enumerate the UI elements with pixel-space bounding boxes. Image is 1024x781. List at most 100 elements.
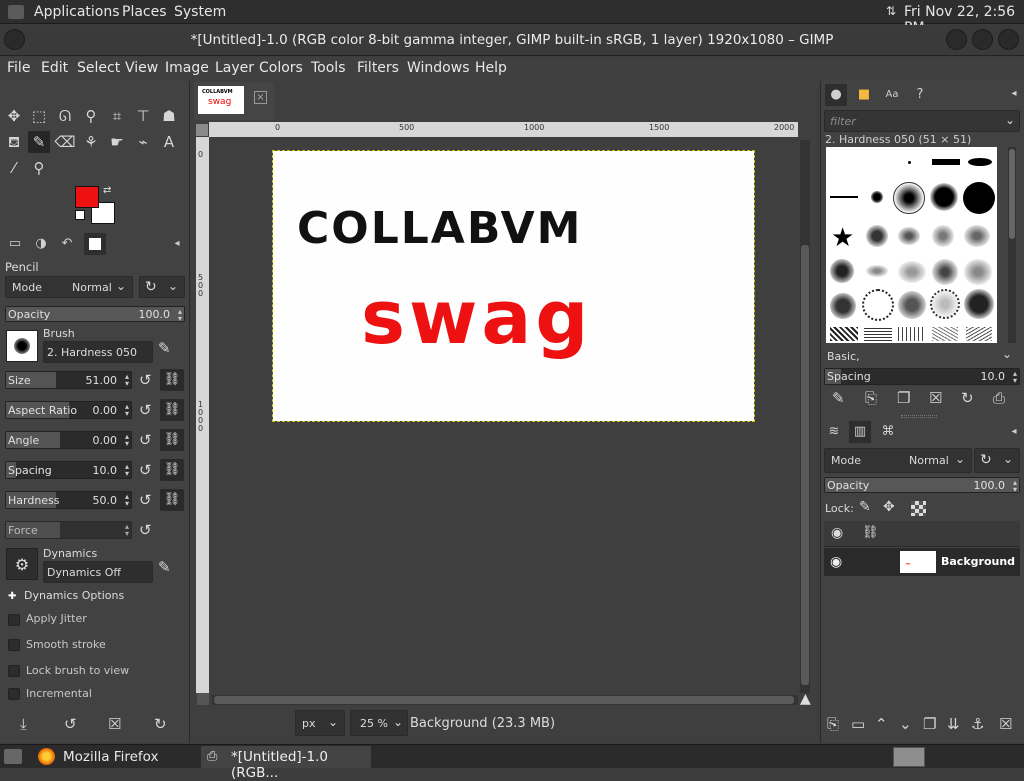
layer-mode-reset[interactable]: ↻ ⌄ [974, 448, 1020, 473]
dynamics-field[interactable]: Dynamics Off [43, 561, 153, 583]
brush-preview[interactable] [6, 330, 38, 362]
new-brush-icon[interactable]: ⎘ [865, 389, 877, 407]
menu-edit[interactable]: Edit [41, 60, 68, 76]
vertical-ruler[interactable]: 0 500 1000 [196, 137, 209, 693]
menu-help[interactable]: Help [475, 60, 507, 76]
layers-tab-icon[interactable]: ≋ [823, 421, 845, 443]
color-picker-tool-icon[interactable]: ⁄ [3, 157, 25, 179]
layer-row[interactable]: ◉ ~ Background [824, 548, 1020, 576]
network-icon[interactable]: ⇅ [886, 4, 896, 18]
bucket-fill-tool-icon[interactable]: ⛾ [3, 131, 25, 153]
duplicate-brush-icon[interactable]: ❐ [897, 389, 910, 407]
image-tab[interactable]: COLLABVM swag × [194, 82, 274, 120]
menu-colors[interactable]: Colors [259, 60, 303, 76]
edit-brush-icon[interactable]: ✎ [832, 389, 845, 407]
show-desktop-icon[interactable] [4, 749, 22, 764]
brush-grid[interactable]: ★ [826, 147, 997, 343]
foreground-color-swatch[interactable] [75, 186, 99, 208]
new-layer-icon[interactable]: ⎘ [827, 715, 839, 733]
zoom-select[interactable]: 25 % ⌄ [350, 710, 408, 736]
refresh-brushes-icon[interactable]: ↻ [961, 389, 974, 407]
delete-layer-icon[interactable]: ☒ [999, 715, 1012, 733]
spacing-link-icon[interactable]: ⛓ [160, 459, 184, 481]
minimize-button[interactable] [946, 29, 967, 50]
open-brush-as-image-icon[interactable]: ⎙ [993, 389, 1005, 407]
vertical-scroll-thumb[interactable] [801, 245, 809, 685]
menu-view[interactable]: View [125, 60, 158, 76]
applications-menu[interactable]: Applications [34, 4, 120, 20]
swap-colors-icon[interactable]: ⇄ [103, 185, 111, 196]
fuzzy-select-tool-icon[interactable]: ⚲ [80, 105, 102, 127]
apply-jitter-checkbox[interactable] [8, 614, 20, 626]
menu-layer[interactable]: Layer [215, 60, 254, 76]
new-layer-group-icon[interactable]: ▭ [851, 715, 865, 733]
close-tab-icon[interactable]: × [254, 91, 267, 104]
help-tab-icon[interactable]: ? [909, 84, 931, 106]
delete-brush-icon[interactable]: ☒ [929, 389, 942, 407]
default-colors-icon[interactable] [75, 210, 85, 220]
quick-mask-toggle[interactable] [197, 693, 209, 705]
rect-select-tool-icon[interactable]: ⬚ [28, 105, 50, 127]
merge-layer-icon[interactable]: ⇊ [947, 715, 960, 733]
workspace-switcher[interactable] [893, 747, 925, 767]
quick-mask-corner-icon[interactable] [196, 124, 208, 136]
brushes-tab-icon[interactable]: ● [825, 84, 847, 106]
expand-icon[interactable]: ✚ [8, 591, 16, 602]
text-tool-icon[interactable]: A [158, 131, 180, 153]
zoom-tool-icon[interactable]: ⚲ [28, 157, 50, 179]
system-menu[interactable]: System [174, 4, 226, 20]
navigate-icon[interactable]: ▲ [800, 691, 811, 707]
brush-filter-input[interactable]: filter ⌄ [824, 110, 1020, 132]
unit-select[interactable]: px ⌄ [295, 710, 345, 736]
horizontal-scrollbar[interactable] [212, 695, 798, 705]
angle-link-icon[interactable]: ⛓ [160, 429, 184, 451]
hardness-reset-icon[interactable]: ↺ [139, 491, 152, 509]
smudge-tool-icon[interactable]: ☛ [106, 131, 128, 153]
lock-alpha-icon[interactable] [911, 501, 926, 516]
lower-layer-icon[interactable]: ⌄ [899, 715, 912, 733]
lasso-tool-icon[interactable]: ᘏ [54, 105, 76, 127]
chevron-down-icon[interactable]: ⌄ [1002, 347, 1012, 361]
horizontal-ruler[interactable]: 0 500 1000 1500 2000 [209, 122, 798, 137]
taskbar-gimp-button[interactable]: ⎙ *[Untitled]-1.0 (RGB... [201, 746, 371, 781]
paths-tab-icon[interactable]: ⌘ [877, 421, 899, 443]
fonts-tab-icon[interactable]: Aa [881, 84, 903, 106]
transform-tool-icon[interactable]: ⊤ [132, 105, 154, 127]
pencil-tool-icon[interactable]: ✎ [28, 131, 50, 153]
mode-reset-button[interactable]: ↻ ⌄ [139, 276, 185, 298]
patterns-tab-icon[interactable]: ■ [853, 84, 875, 106]
aspect-reset-icon[interactable]: ↺ [139, 401, 152, 419]
force-reset-icon[interactable]: ↺ [139, 521, 152, 539]
menu-tools[interactable]: Tools [311, 60, 346, 76]
menu-filters[interactable]: Filters [357, 60, 399, 76]
eraser-tool-icon[interactable]: ⌫ [54, 131, 76, 153]
dock-config-icon[interactable]: ◂ [166, 233, 188, 255]
layer-name[interactable]: Background [941, 555, 1015, 568]
angle-slider[interactable]: Angle 0.00 ▴ ▾ [5, 431, 132, 449]
device-status-tab-icon[interactable]: ◑ [30, 233, 52, 255]
image-canvas[interactable]: COLLABVM swag [272, 150, 755, 422]
duplicate-layer-icon[interactable]: ❐ [923, 715, 936, 733]
dynamics-options-expander[interactable]: Dynamics Options [24, 589, 124, 602]
brush-name-field[interactable]: 2. Hardness 050 [43, 341, 153, 363]
anchor-layer-icon[interactable]: ⚓ [971, 715, 984, 733]
edit-dynamics-icon[interactable]: ✎ [158, 558, 171, 576]
spacing-slider[interactable]: Spacing 10.0 ▴ ▾ [5, 461, 132, 479]
vertical-scrollbar[interactable] [800, 140, 810, 693]
brush-spacing-slider[interactable]: Spacing 10.0 ▴ ▾ [824, 368, 1020, 385]
layer-opacity-slider[interactable]: Opacity 100.0 ▴ ▾ [824, 477, 1020, 494]
taskbar-firefox[interactable]: Mozilla Firefox [63, 749, 159, 765]
size-slider[interactable]: Size 51.00 ▴ ▾ [5, 371, 132, 389]
visibility-header-icon[interactable]: ◉ [831, 525, 843, 541]
menu-select[interactable]: Select [77, 60, 120, 76]
window-titlebar[interactable]: *[Untitled]-1.0 (RGB color 8-bit gamma i… [0, 25, 1024, 56]
layer-mode-select[interactable]: Mode Normal ⌄ [824, 448, 972, 473]
warp-tool-icon[interactable]: ☗ [158, 105, 180, 127]
size-reset-icon[interactable]: ↺ [139, 371, 152, 389]
incremental-checkbox[interactable] [8, 688, 20, 700]
dock-separator[interactable] [901, 415, 937, 418]
lock-position-icon[interactable]: ✥ [883, 499, 895, 515]
brush-grid-scrollbar[interactable] [1008, 147, 1016, 343]
chain-header-icon[interactable]: ⛓ [862, 525, 879, 540]
reset-tool-options-icon[interactable]: ↻ [154, 715, 167, 733]
